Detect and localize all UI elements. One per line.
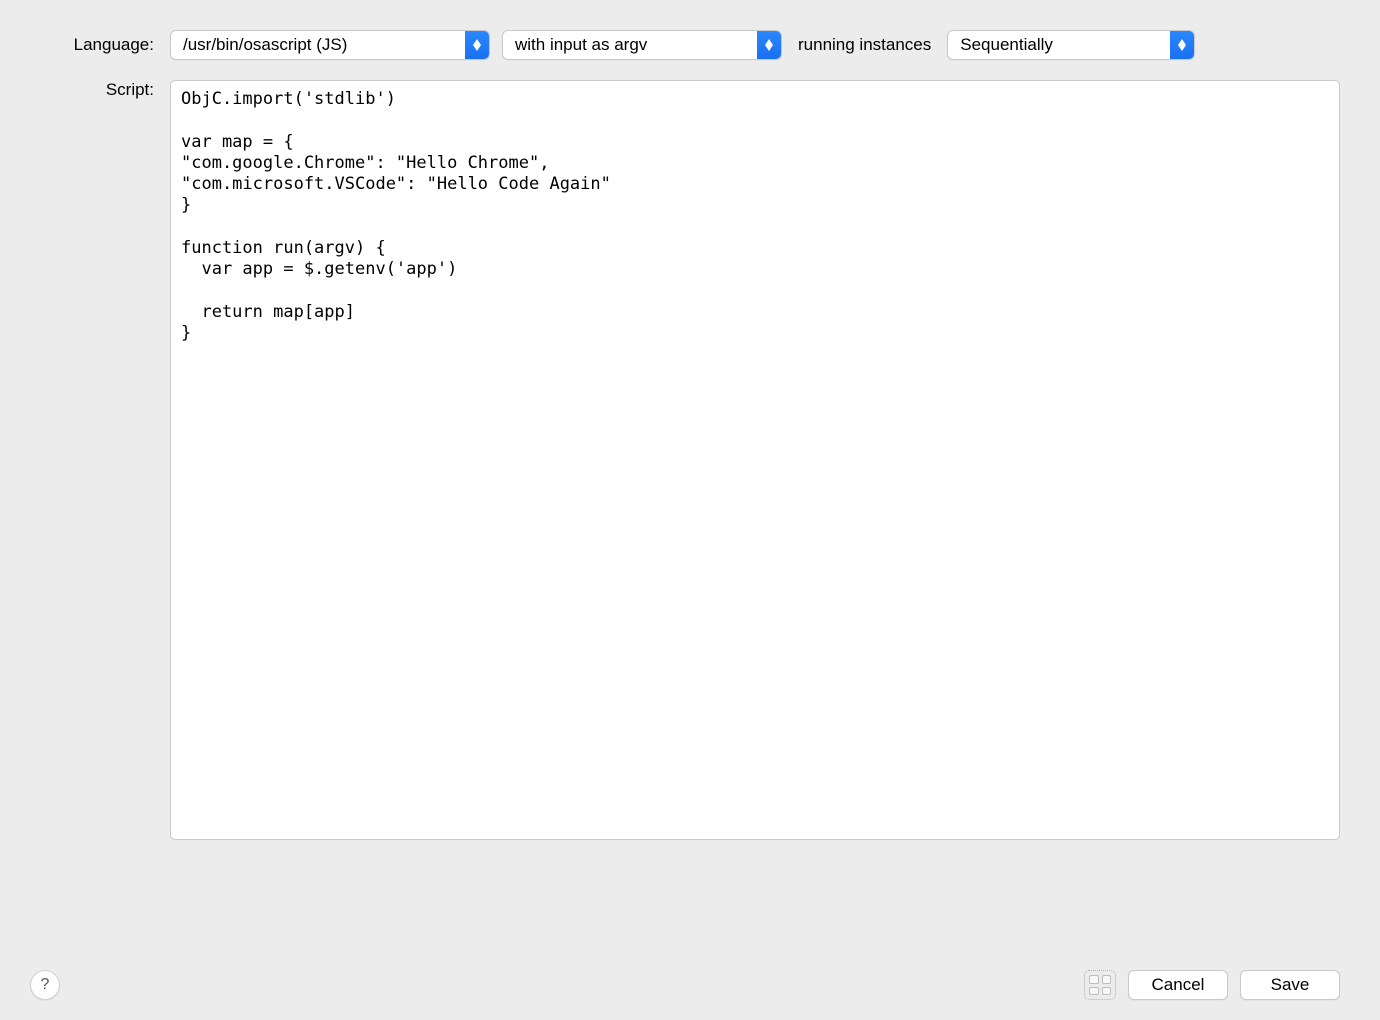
help-icon: ? (41, 976, 50, 994)
language-row: Language: /usr/bin/osascript (JS) with i… (40, 30, 1340, 60)
chevron-up-down-icon (465, 31, 489, 59)
help-button[interactable]: ? (30, 970, 60, 1000)
cancel-button-label: Cancel (1152, 975, 1205, 995)
running-instances-label: running instances (794, 35, 935, 55)
input-mode-select[interactable]: with input as argv (502, 30, 782, 60)
chevron-up-down-icon (1170, 31, 1194, 59)
instances-select-value: Sequentially (960, 35, 1053, 55)
language-label: Language: (40, 35, 158, 55)
grid-cell-icon (1102, 975, 1112, 984)
language-select[interactable]: /usr/bin/osascript (JS) (170, 30, 490, 60)
chevron-up-down-icon (757, 31, 781, 59)
grid-view-button[interactable] (1084, 970, 1116, 1000)
bottom-right-group: Cancel Save (1084, 970, 1340, 1000)
save-button-label: Save (1271, 975, 1310, 995)
save-button[interactable]: Save (1240, 970, 1340, 1000)
grid-cell-icon (1089, 975, 1099, 984)
input-mode-select-value: with input as argv (515, 35, 647, 55)
script-label: Script: (40, 80, 158, 100)
grid-cell-icon (1089, 987, 1099, 996)
script-row: Script: ObjC.import('stdlib') var map = … (40, 80, 1340, 840)
bottom-bar: ? Cancel Save (30, 970, 1340, 1000)
instances-select[interactable]: Sequentially (947, 30, 1195, 60)
script-textarea[interactable]: ObjC.import('stdlib') var map = { "com.g… (170, 80, 1340, 840)
cancel-button[interactable]: Cancel (1128, 970, 1228, 1000)
language-select-value: /usr/bin/osascript (JS) (183, 35, 347, 55)
grid-cell-icon (1102, 987, 1112, 996)
